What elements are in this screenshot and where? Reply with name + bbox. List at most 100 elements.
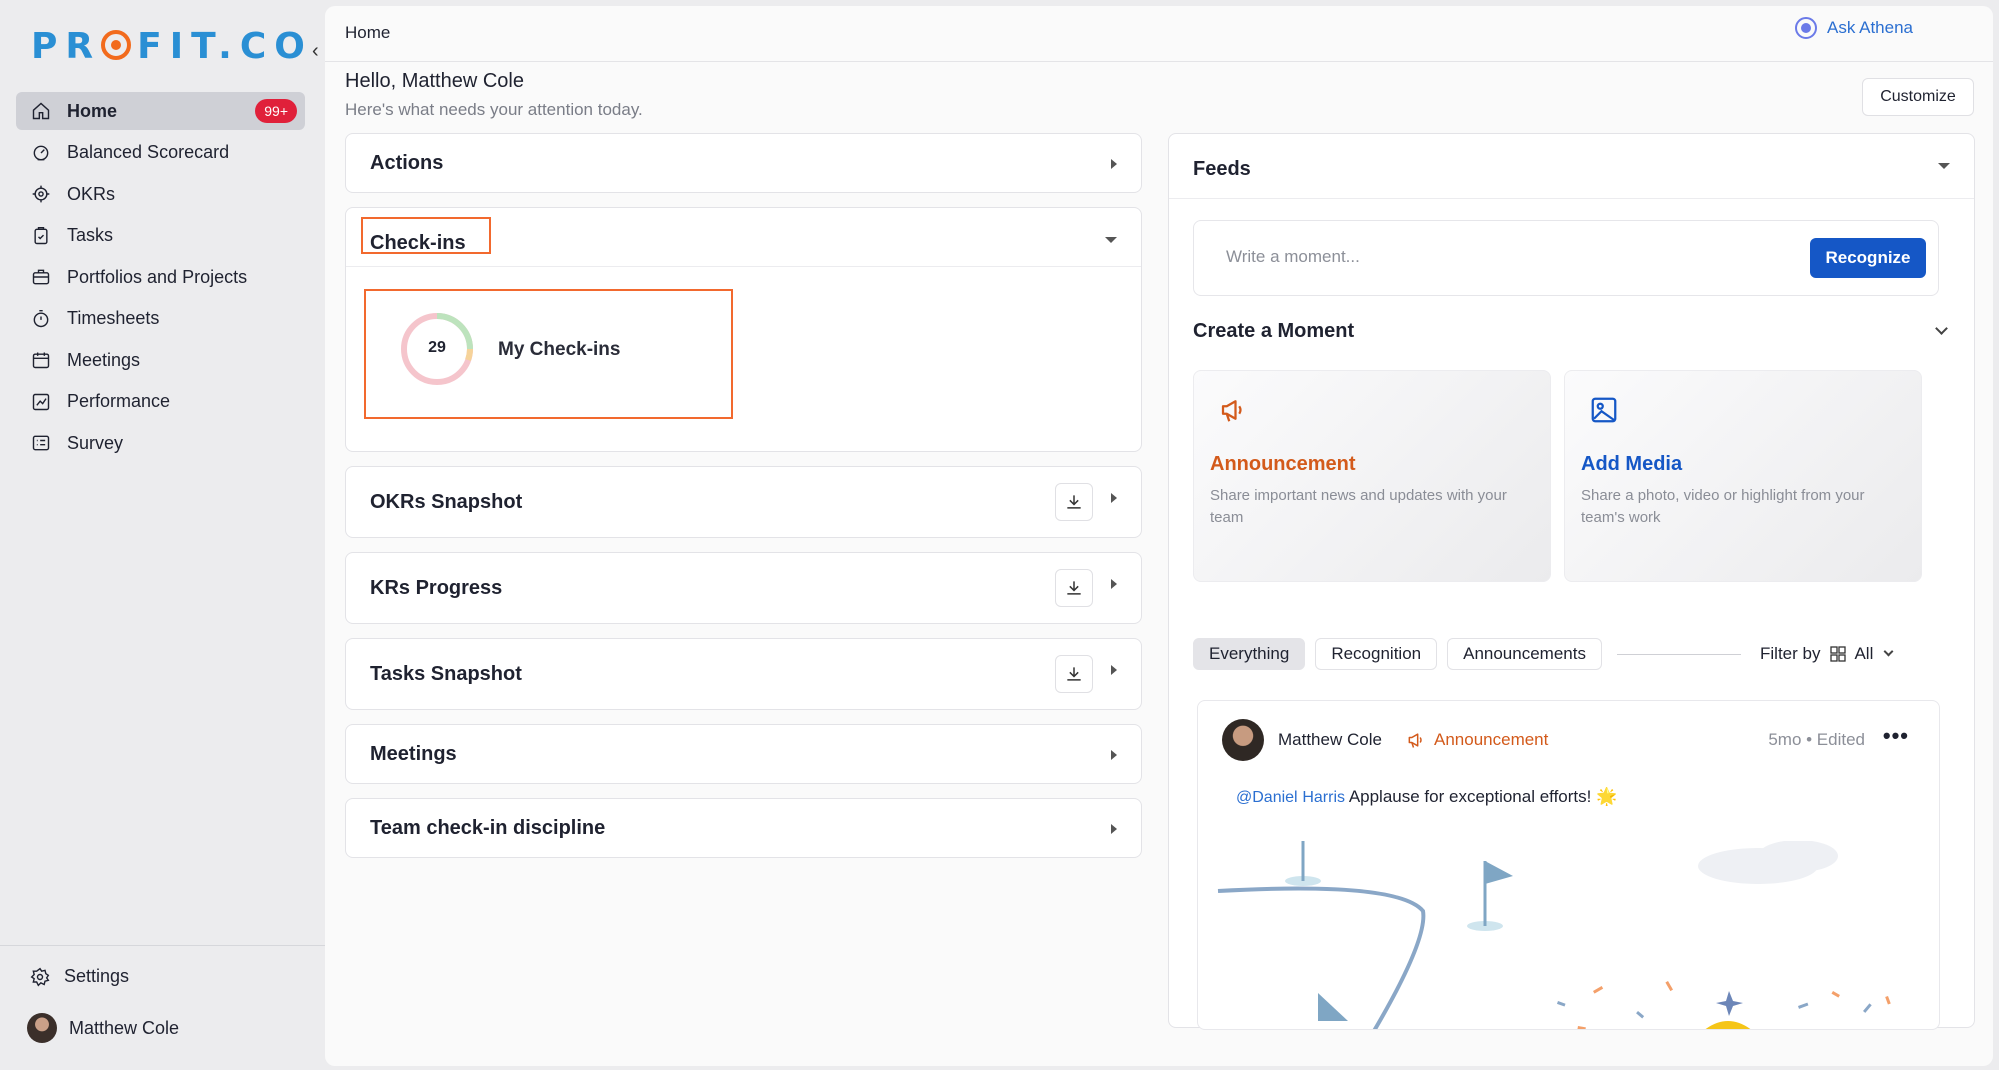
- filter-value: All: [1854, 644, 1874, 663]
- sidebar-item-timesheets[interactable]: Timesheets: [16, 300, 305, 338]
- home-icon: [30, 100, 52, 122]
- tab-recognition[interactable]: Recognition: [1315, 638, 1438, 670]
- announcement-tile[interactable]: Announcement Share important news and up…: [1193, 370, 1551, 582]
- feed-post: Matthew Cole Announcement 5mo • Edited •…: [1197, 700, 1940, 1030]
- recognize-button[interactable]: Recognize: [1810, 238, 1926, 278]
- profit-co-logo[interactable]: PR FIT.CO: [31, 26, 313, 67]
- highlight-box: [361, 217, 491, 254]
- okrs-snapshot-title: OKRs Snapshot: [370, 491, 523, 513]
- sidebar-item-tasks[interactable]: Tasks: [16, 217, 305, 255]
- actions-title: Actions: [370, 152, 444, 174]
- expand-caret-icon[interactable]: [1111, 750, 1117, 760]
- moment-input-placeholder: Write a moment...: [1226, 247, 1360, 266]
- post-type-label: Announcement: [1434, 730, 1549, 749]
- scorecard-icon: [30, 142, 52, 164]
- sidebar-item-label: Survey: [67, 432, 124, 453]
- sidebar-item-okrs[interactable]: OKRs: [16, 175, 305, 213]
- sidebar-item-meetings[interactable]: Meetings: [16, 341, 305, 379]
- user-name: Matthew Cole: [69, 1017, 180, 1038]
- feed-tabs: Everything Recognition Announcements: [1193, 638, 1612, 670]
- sidebar-item-label: Tasks: [67, 225, 114, 245]
- expand-caret-icon[interactable]: [1111, 159, 1117, 169]
- post-type: Announcement: [1406, 730, 1548, 750]
- chevron-down-icon[interactable]: [1935, 322, 1948, 335]
- grid-icon: [1830, 646, 1847, 662]
- greeting: Hello, Matthew Cole: [345, 70, 524, 92]
- team-discipline-title: Team check-in discipline: [370, 817, 606, 839]
- logo-target-icon: [101, 30, 132, 60]
- customize-button[interactable]: Customize: [1862, 78, 1974, 116]
- more-options-icon[interactable]: •••: [1883, 723, 1909, 749]
- announcement-desc: Share important news and updates with yo…: [1210, 487, 1507, 526]
- celebration-illustration: [1217, 841, 1891, 1029]
- post-author[interactable]: Matthew Cole: [1278, 730, 1382, 750]
- chart-icon: [30, 391, 52, 413]
- filter-label: Filter by: [1760, 644, 1821, 663]
- divider: [346, 266, 1141, 267]
- feeds-panel: Feeds Write a moment... Recognize Create…: [1168, 133, 1975, 1030]
- megaphone-icon: [1408, 733, 1422, 748]
- okrs-snapshot-widget[interactable]: OKRs Snapshot: [345, 466, 1142, 538]
- expand-caret-icon[interactable]: [1111, 579, 1117, 589]
- sidebar-item-balanced-scorecard[interactable]: Balanced Scorecard: [16, 134, 305, 172]
- tab-everything[interactable]: Everything: [1193, 638, 1306, 670]
- divider: [1169, 198, 1974, 199]
- divider: [1617, 654, 1741, 655]
- sidebar-item-label: Home: [67, 100, 118, 121]
- megaphone-icon: [1221, 400, 1242, 422]
- sidebar: PR FIT.CO ‹ Home 99+ Balanced Scorecard O…: [0, 0, 325, 1070]
- krs-progress-widget[interactable]: KRs Progress: [345, 552, 1142, 624]
- collapse-caret-icon[interactable]: [1105, 237, 1117, 243]
- mention-link[interactable]: @Daniel: [1236, 789, 1298, 806]
- ask-athena-button[interactable]: Ask Athena: [1794, 17, 1913, 39]
- sidebar-item-home[interactable]: Home 99+: [16, 92, 305, 130]
- image-icon: [1591, 397, 1617, 423]
- download-button[interactable]: [1055, 483, 1093, 521]
- expand-caret-icon[interactable]: [1111, 665, 1117, 675]
- filter-dropdown[interactable]: Filter by All: [1760, 644, 1894, 664]
- settings-link[interactable]: Settings: [30, 966, 129, 987]
- moment-input[interactable]: Write a moment... Recognize: [1193, 220, 1939, 296]
- create-moment-title: Create a Moment: [1193, 320, 1355, 342]
- chevron-down-icon: [1883, 646, 1894, 656]
- post-body: @Daniel Harris Applause for exceptional …: [1236, 787, 1617, 807]
- avatar[interactable]: [1222, 719, 1264, 761]
- actions-widget[interactable]: Actions: [345, 133, 1142, 193]
- top-bar: Home Ask Athena: [325, 6, 1993, 62]
- expand-caret-icon[interactable]: [1111, 493, 1117, 503]
- sidebar-item-label: Portfolios and Projects: [67, 266, 248, 287]
- add-media-desc: Share a photo, video or highlight from y…: [1581, 487, 1865, 526]
- team-discipline-widget[interactable]: Team check-in discipline: [345, 798, 1142, 858]
- athena-ai-icon: [1794, 17, 1817, 39]
- breadcrumb[interactable]: Home: [345, 23, 390, 43]
- notification-badge: 99+: [255, 99, 297, 123]
- add-media-tile[interactable]: Add Media Share a photo, video or highli…: [1564, 370, 1922, 582]
- download-icon: [1067, 495, 1081, 509]
- sidebar-item-label: OKRs: [67, 183, 116, 204]
- sidebar-item-performance[interactable]: Performance: [16, 383, 305, 421]
- download-button[interactable]: [1055, 569, 1093, 607]
- collapse-caret-icon[interactable]: [1938, 163, 1950, 169]
- meetings-widget[interactable]: Meetings: [345, 724, 1142, 784]
- tasks-snapshot-widget[interactable]: Tasks Snapshot: [345, 638, 1142, 710]
- meetings-title: Meetings: [370, 743, 457, 765]
- settings-label: Settings: [64, 966, 130, 986]
- krs-progress-title: KRs Progress: [370, 577, 503, 599]
- tab-announcements[interactable]: Announcements: [1447, 638, 1602, 670]
- clipboard-icon: [30, 225, 52, 247]
- add-media-title: Add Media: [1581, 453, 1683, 475]
- mention-link[interactable]: Harris: [1302, 789, 1345, 806]
- survey-icon: [30, 432, 52, 454]
- stopwatch-icon: [30, 308, 52, 330]
- download-icon: [1067, 581, 1081, 595]
- collapse-sidebar-icon[interactable]: ‹: [312, 40, 319, 63]
- main-panel: Home Ask Athena Hello, Matthew Cole Here…: [325, 6, 1993, 1066]
- user-profile[interactable]: Matthew Cole: [27, 1013, 179, 1043]
- download-button[interactable]: [1055, 655, 1093, 693]
- expand-caret-icon[interactable]: [1111, 824, 1117, 834]
- sidebar-item-survey[interactable]: Survey: [16, 424, 305, 462]
- feeds-title: Feeds: [1193, 158, 1251, 180]
- post-text: Applause for exceptional efforts! 🌟: [1348, 787, 1618, 806]
- sidebar-item-portfolios[interactable]: Portfolios and Projects: [16, 258, 305, 296]
- briefcase-icon: [30, 266, 52, 288]
